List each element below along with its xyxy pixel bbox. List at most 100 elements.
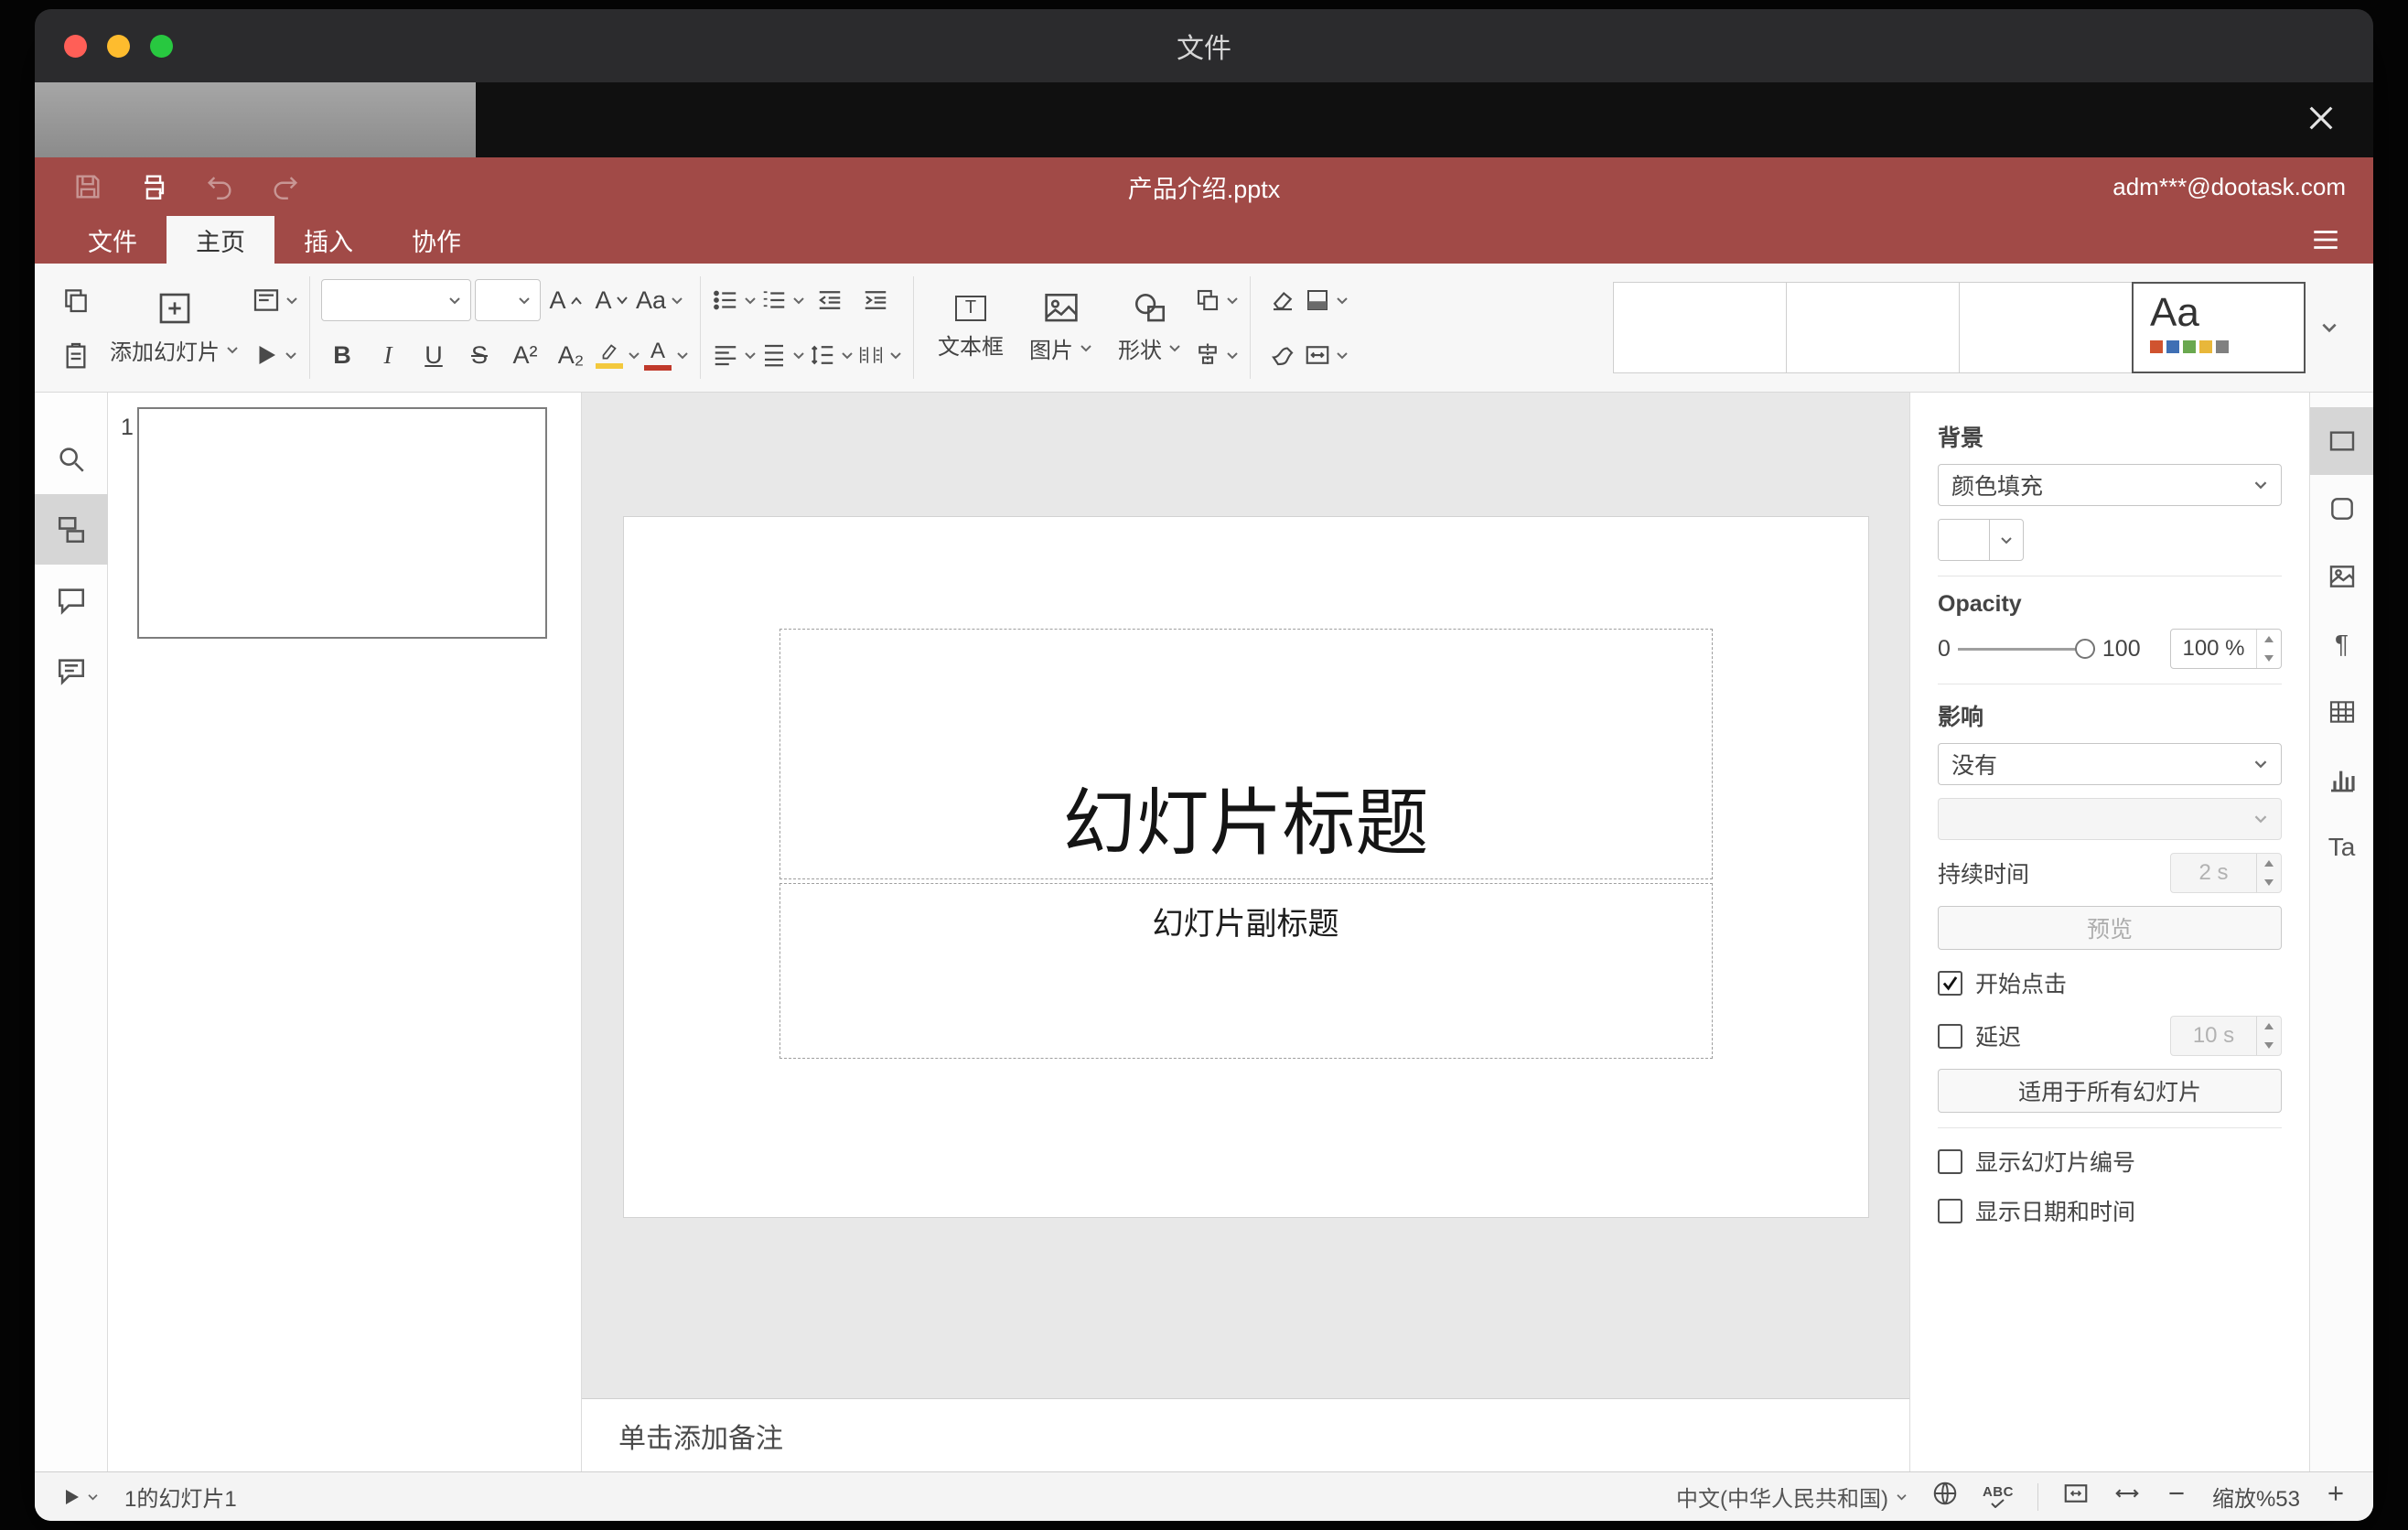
print-button[interactable]: [128, 163, 179, 210]
slide-canvas[interactable]: 幻灯片标题 幻灯片副标题: [623, 517, 1868, 1217]
theme-gallery-expand-button[interactable]: [2306, 282, 2353, 373]
numbered-list-button[interactable]: [760, 277, 805, 323]
theme-option-2[interactable]: [1786, 282, 1960, 373]
tab-home[interactable]: 主页: [167, 216, 274, 264]
increase-indent-button[interactable]: [855, 277, 897, 323]
tab-collaboration[interactable]: 协作: [382, 216, 490, 264]
spin-up-button[interactable]: [2257, 854, 2281, 873]
horizontal-align-button[interactable]: [712, 332, 757, 378]
show-slide-number-checkbox[interactable]: [1938, 1148, 1962, 1174]
increase-font-button[interactable]: A: [544, 277, 586, 323]
start-slideshow-status-button[interactable]: [60, 1479, 99, 1515]
fit-slide-button[interactable]: [2062, 1480, 2090, 1514]
theme-option-selected[interactable]: Aa: [2132, 282, 2306, 373]
duration-input[interactable]: 2 s: [2170, 853, 2282, 893]
traffic-light-zoom[interactable]: [150, 35, 173, 58]
bold-button[interactable]: B: [321, 332, 363, 378]
decrease-font-button[interactable]: A: [590, 277, 632, 323]
preview-button[interactable]: 预览: [1938, 906, 2282, 950]
background-fill-select[interactable]: 颜色填充: [1938, 464, 2282, 506]
subtitle-placeholder[interactable]: 幻灯片副标题: [779, 883, 1713, 1059]
paste-button[interactable]: [55, 332, 97, 378]
apply-to-all-slides-button[interactable]: 适用于所有幻灯片: [1938, 1069, 2282, 1113]
vertical-align-button[interactable]: [760, 332, 805, 378]
undo-button[interactable]: [194, 163, 245, 210]
copy-style-button[interactable]: [1262, 332, 1304, 378]
highlight-color-button[interactable]: [596, 332, 640, 378]
delay-checkbox[interactable]: [1938, 1023, 1962, 1049]
clear-style-button[interactable]: [1262, 277, 1304, 323]
font-size-select[interactable]: [475, 279, 541, 321]
color-picker-expand[interactable]: [1990, 520, 2023, 560]
decrease-indent-button[interactable]: [809, 277, 851, 323]
notes-input[interactable]: 单击添加备注: [582, 1398, 1909, 1471]
insert-textbox-button[interactable]: T 文本框: [925, 273, 1016, 382]
line-spacing-button[interactable]: [809, 332, 854, 378]
insert-shape-button[interactable]: 形状: [1105, 273, 1194, 382]
shape-settings-tab[interactable]: [2310, 475, 2374, 543]
menu-button[interactable]: [2304, 220, 2348, 260]
copy-button[interactable]: [55, 277, 97, 323]
textart-settings-tab[interactable]: Ta: [2310, 813, 2374, 881]
search-button[interactable]: [35, 424, 108, 494]
insert-image-button[interactable]: 图片: [1016, 273, 1105, 382]
slider-handle[interactable]: [2074, 639, 2095, 659]
save-button[interactable]: [62, 163, 113, 210]
tab-insert[interactable]: 插入: [274, 216, 382, 264]
font-color-button[interactable]: A: [644, 332, 689, 378]
start-slideshow-button[interactable]: [252, 332, 298, 378]
fill-color-button[interactable]: [1304, 277, 1349, 323]
title-placeholder-text: 幻灯片标题: [1062, 782, 1429, 864]
italic-button[interactable]: I: [367, 332, 409, 378]
paragraph-settings-tab[interactable]: ¶: [2310, 610, 2374, 678]
spin-up-button[interactable]: [2257, 630, 2281, 649]
slide-thumbnail-1[interactable]: [137, 407, 547, 639]
close-overlay-button[interactable]: [2298, 95, 2344, 141]
title-placeholder[interactable]: 幻灯片标题: [779, 629, 1713, 879]
spin-down-button[interactable]: [2257, 1036, 2281, 1055]
zoom-in-button[interactable]: [2324, 1482, 2348, 1512]
opacity-slider[interactable]: [1957, 636, 2095, 662]
theme-option-3[interactable]: [1959, 282, 2133, 373]
font-name-select[interactable]: [321, 279, 471, 321]
language-selector[interactable]: 中文(中华人民共和国): [1676, 1481, 1908, 1513]
start-on-click-checkbox[interactable]: [1938, 970, 1962, 996]
underline-button[interactable]: U: [413, 332, 455, 378]
table-settings-tab[interactable]: [2310, 678, 2374, 746]
spellcheck-button[interactable]: ABC: [1983, 1485, 2014, 1508]
theme-option-1[interactable]: [1613, 282, 1787, 373]
show-date-time-checkbox[interactable]: [1938, 1198, 1962, 1223]
set-language-button[interactable]: [1931, 1480, 1959, 1514]
chart-settings-tab[interactable]: [2310, 746, 2374, 813]
background-color-picker[interactable]: [1938, 519, 2024, 561]
spin-up-button[interactable]: [2257, 1017, 2281, 1036]
traffic-light-minimize[interactable]: [107, 35, 130, 58]
columns-button[interactable]: [857, 332, 902, 378]
spin-down-button[interactable]: [2257, 873, 2281, 892]
slides-panel-button[interactable]: [35, 494, 108, 565]
effect-type-select[interactable]: [1938, 798, 2282, 840]
slide-settings-tab[interactable]: [2309, 407, 2373, 475]
tab-file[interactable]: 文件: [59, 216, 167, 264]
add-slide-button[interactable]: 添加幻灯片: [97, 273, 252, 382]
superscript-button[interactable]: A²: [504, 332, 546, 378]
spin-down-button[interactable]: [2257, 649, 2281, 668]
image-settings-tab[interactable]: [2310, 543, 2374, 610]
comments-button[interactable]: [35, 565, 108, 635]
redo-button[interactable]: [260, 163, 311, 210]
zoom-out-button[interactable]: [2165, 1482, 2188, 1512]
opacity-input[interactable]: 100 %: [2170, 629, 2282, 669]
align-shape-button[interactable]: [1194, 332, 1239, 378]
arrange-shape-button[interactable]: [1194, 277, 1239, 323]
slide-size-button[interactable]: [1304, 332, 1349, 378]
subscript-button[interactable]: A₂: [550, 332, 592, 378]
change-case-button[interactable]: Aa: [636, 277, 683, 323]
effect-select[interactable]: 没有: [1938, 743, 2282, 785]
fit-width-button[interactable]: [2113, 1480, 2141, 1514]
bullet-list-button[interactable]: [712, 277, 757, 323]
slide-layout-button[interactable]: [252, 277, 298, 323]
strikethrough-button[interactable]: S: [458, 332, 500, 378]
traffic-light-close[interactable]: [64, 35, 87, 58]
delay-input[interactable]: 10 s: [2170, 1016, 2282, 1056]
chat-button[interactable]: [35, 635, 108, 706]
